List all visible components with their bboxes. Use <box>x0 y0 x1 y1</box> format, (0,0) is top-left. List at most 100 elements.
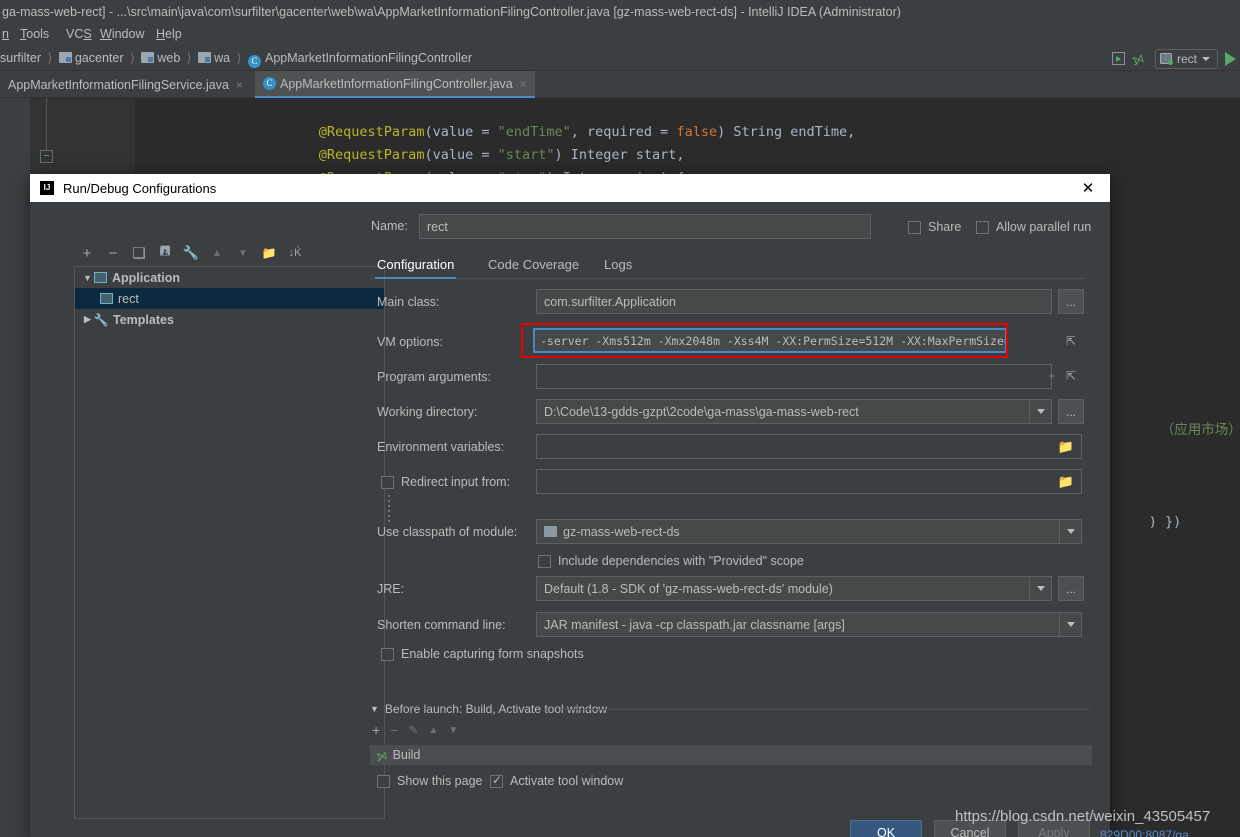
working-directory-label: Working directory: <box>377 405 478 419</box>
folder-browse-icon[interactable]: 📁 <box>1058 474 1074 490</box>
add-icon[interactable]: + <box>1048 369 1055 383</box>
jre-label: JRE: <box>377 582 405 596</box>
left-tool-rail <box>0 98 30 837</box>
task-down-icon[interactable]: ▼ <box>448 725 458 736</box>
editor-tab-label: AppMarketInformationFilingService.java <box>8 77 229 92</box>
main-class-value: com.surfilter.Application <box>544 294 677 309</box>
add-task-icon[interactable]: + <box>372 722 380 738</box>
enable-snapshots-label: Enable capturing form snapshots <box>401 647 584 661</box>
panel-splitter-handle[interactable] <box>386 492 392 552</box>
chevron-down-icon[interactable]: ▼ <box>81 273 94 283</box>
breadcrumb-controller[interactable]: AppMarketInformationFilingController <box>265 51 472 65</box>
redirect-input-checkbox[interactable] <box>381 475 394 489</box>
copy-icon[interactable]: ❑ <box>126 243 152 263</box>
close-icon[interactable]: × <box>520 77 527 91</box>
wrench-icon: 🔧 <box>93 312 109 327</box>
window-title-bar: ga-mass-web-rect] - ...\src\main\java\co… <box>0 0 1240 24</box>
before-launch-toolbar: + − ✎ ▲ ▼ <box>372 722 458 738</box>
share-checkbox[interactable] <box>908 220 921 234</box>
menu-item-vcs[interactable]: VCS <box>66 27 92 41</box>
new-folder-icon[interactable]: 📁 <box>256 243 282 263</box>
code-fold-toggle-icon[interactable]: − <box>40 150 53 163</box>
activate-tool-window-checkbox-row[interactable]: Activate tool window <box>490 773 624 788</box>
remove-task-icon[interactable]: − <box>390 722 398 738</box>
editor-tab-controller[interactable]: C AppMarketInformationFilingController.j… <box>255 71 535 98</box>
menu-item-run[interactable]: n <box>2 27 9 41</box>
edit-templates-icon[interactable]: 🔧 <box>178 243 204 263</box>
working-directory-input[interactable]: D:\Code\13-gdds-gzpt\2code\ga-mass\ga-ma… <box>536 399 1052 424</box>
name-input[interactable]: rect <box>419 214 871 239</box>
edit-task-icon[interactable]: ✎ <box>408 723 418 737</box>
run-configuration-selector[interactable]: rect <box>1154 48 1218 69</box>
ok-button[interactable]: OK <box>850 820 922 837</box>
working-directory-browse-button[interactable]: ... <box>1058 399 1084 424</box>
enable-snapshots-checkbox-row[interactable]: Enable capturing form snapshots <box>381 647 584 661</box>
tab-configuration[interactable]: Configuration <box>375 252 457 279</box>
shorten-command-line-value: JAR manifest - java -cp classpath.jar cl… <box>544 617 845 632</box>
tree-node-application[interactable]: ▼ Application <box>75 267 384 288</box>
breadcrumb-web[interactable]: web <box>157 51 180 65</box>
menu-item-window[interactable]: Window <box>100 27 144 41</box>
run-icon[interactable] <box>1225 51 1236 66</box>
menu-item-help[interactable]: Help <box>156 27 182 41</box>
remove-icon[interactable]: − <box>100 243 126 263</box>
before-launch-task-build[interactable]: ⟕ Build <box>370 745 1092 765</box>
move-down-icon[interactable]: ▼ <box>230 243 256 263</box>
editor-tab-service[interactable]: AppMarketInformationFilingService.java × <box>0 71 251 98</box>
build-icon[interactable] <box>1111 52 1125 65</box>
save-icon[interactable]: 🖪 <box>152 243 178 263</box>
tab-code-coverage[interactable]: Code Coverage <box>486 252 581 279</box>
breadcrumb-surfilter[interactable]: surfilter <box>0 51 41 65</box>
run-configuration-icon <box>1159 53 1173 65</box>
move-up-icon[interactable]: ▲ <box>204 243 230 263</box>
tab-logs[interactable]: Logs <box>602 252 634 279</box>
chevron-down-icon[interactable] <box>1059 520 1081 543</box>
folder-icon <box>58 52 72 63</box>
task-up-icon[interactable]: ▲ <box>428 725 438 736</box>
shorten-command-line-dropdown[interactable]: JAR manifest - java -cp classpath.jar cl… <box>536 612 1082 637</box>
sort-alphabetically-icon[interactable]: ↓Ḱ <box>282 243 308 263</box>
jre-dropdown[interactable]: Default (1.8 - SDK of 'gz-mass-web-rect-… <box>536 576 1052 601</box>
show-this-page-checkbox[interactable] <box>377 774 390 788</box>
redirect-input-checkbox-row[interactable]: Redirect input from: <box>381 475 510 489</box>
hammer-icon[interactable]: ⟕ <box>1129 48 1151 69</box>
close-icon[interactable]: ✕ <box>1066 174 1110 202</box>
chevron-down-icon[interactable] <box>1029 577 1051 600</box>
breadcrumb-wa[interactable]: wa <box>214 51 230 65</box>
dialog-title: Run/Debug Configurations <box>63 180 217 196</box>
allow-parallel-run-checkbox[interactable] <box>976 220 989 234</box>
vm-options-input[interactable]: -server -Xms512m -Xmx2048m -Xss4M -XX:Pe… <box>533 328 1007 353</box>
redirect-input-path-input[interactable]: 📁 <box>536 469 1082 494</box>
show-this-page-checkbox-row[interactable]: Show this page <box>377 774 482 788</box>
allow-parallel-run-checkbox-row[interactable]: Allow parallel run <box>976 220 1091 234</box>
chevron-down-icon[interactable] <box>1059 613 1081 636</box>
chevron-down-icon[interactable] <box>1029 400 1051 423</box>
chevron-right-icon[interactable]: ▶ <box>81 314 94 325</box>
use-classpath-dropdown[interactable]: gz-mass-web-rect-ds <box>536 519 1082 544</box>
include-dependencies-checkbox[interactable] <box>538 554 551 568</box>
configuration-tree[interactable]: ▼ Application rect ▶ 🔧 Templates <box>74 266 385 819</box>
chevron-down-icon[interactable]: ▼ <box>370 704 379 714</box>
share-checkbox-row[interactable]: Share <box>908 220 961 234</box>
environment-variables-input[interactable]: 📁 <box>536 434 1082 459</box>
program-arguments-input[interactable] <box>536 364 1052 389</box>
enable-snapshots-checkbox[interactable] <box>381 647 394 661</box>
module-icon <box>544 526 557 537</box>
expand-icon[interactable]: ⇱ <box>1066 334 1076 348</box>
main-class-browse-button[interactable]: ... <box>1058 289 1084 314</box>
menu-item-tools[interactable]: Tools <box>20 27 49 41</box>
jre-browse-button[interactable]: ... <box>1058 576 1084 601</box>
breadcrumb-gacenter[interactable]: gacenter <box>75 51 124 65</box>
tree-node-templates[interactable]: ▶ 🔧 Templates <box>75 309 384 330</box>
expand-icon[interactable]: ⇱ <box>1066 369 1076 383</box>
application-icon <box>100 293 113 304</box>
activate-tool-window-label: Activate tool window <box>510 774 624 788</box>
close-icon[interactable]: × <box>236 78 243 92</box>
java-class-icon: C <box>248 55 261 68</box>
tree-node-rect[interactable]: rect <box>75 288 384 309</box>
include-dependencies-checkbox-row[interactable]: Include dependencies with "Provided" sco… <box>538 554 804 568</box>
add-icon[interactable]: + <box>74 243 100 263</box>
main-class-input[interactable]: com.surfilter.Application <box>536 289 1052 314</box>
activate-tool-window-checkbox[interactable] <box>490 773 503 788</box>
folder-browse-icon[interactable]: 📁 <box>1058 439 1074 455</box>
